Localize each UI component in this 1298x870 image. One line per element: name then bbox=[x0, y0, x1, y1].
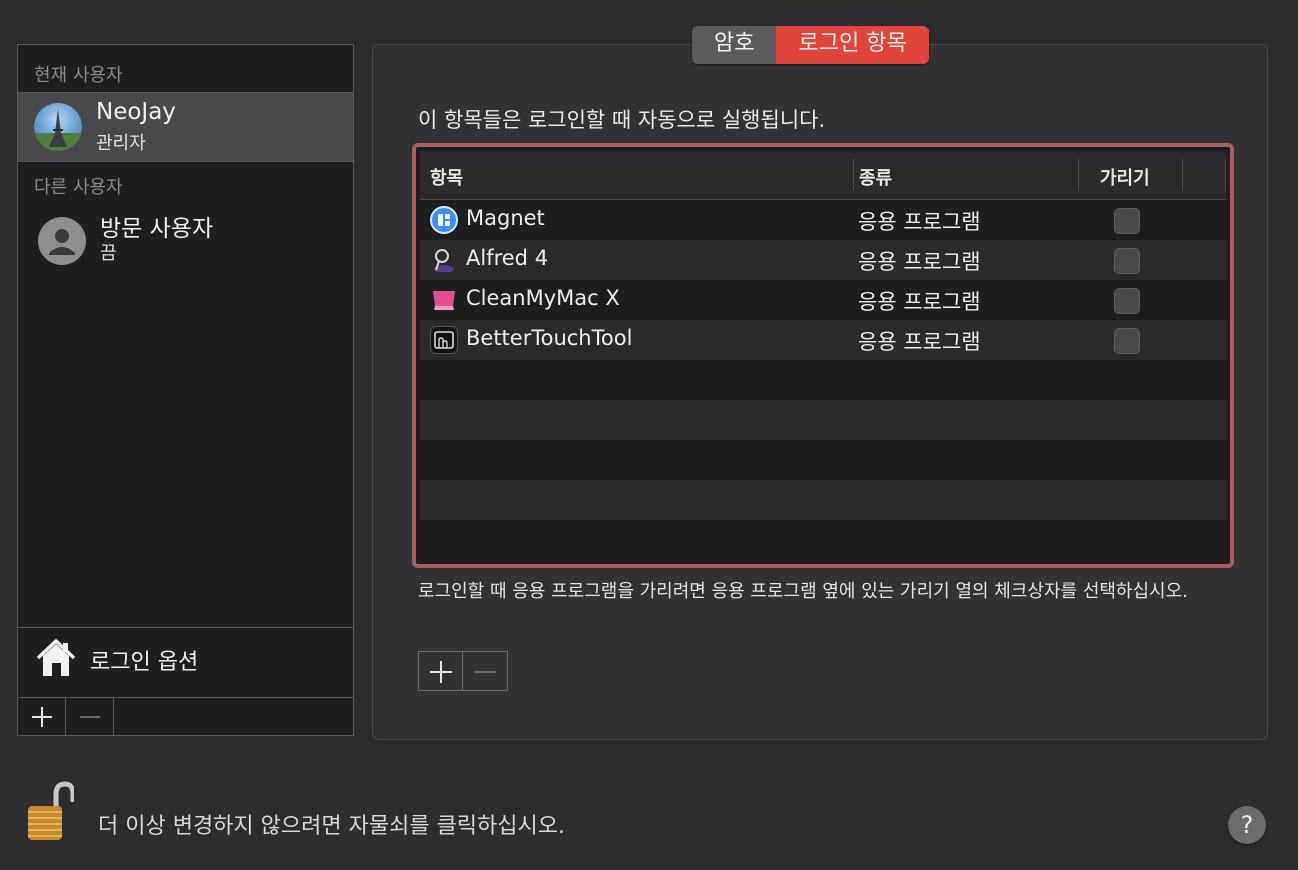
cleanmymac-app-icon bbox=[430, 286, 458, 314]
other-users-label: 다른 사용자 bbox=[34, 177, 123, 198]
login-items-description: 이 항목들은 로그인할 때 자동으로 실행됩니다. bbox=[418, 108, 826, 132]
users-list-panel: 현재 사용자 NeoJay 관리자 다른 사용자 방문 사용자 끔 로그인 옵션 bbox=[17, 44, 354, 736]
guest-user-name: 방문 사용자 bbox=[100, 216, 214, 242]
empty-row bbox=[420, 360, 1226, 400]
users-toolbar bbox=[18, 697, 353, 735]
guest-user-status: 끔 bbox=[100, 243, 117, 264]
plus-icon bbox=[32, 707, 52, 727]
item-name: CleanMyMac X bbox=[466, 286, 620, 310]
column-header-hide[interactable]: 가리기 bbox=[1100, 164, 1150, 190]
user-item-guest[interactable]: 방문 사용자 끔 bbox=[18, 203, 353, 273]
lock-hint-text: 더 이상 변경하지 않으려면 자물쇠를 클릭하십시오. bbox=[98, 814, 566, 839]
item-name: Magnet bbox=[466, 206, 545, 230]
remove-user-button[interactable] bbox=[66, 698, 114, 735]
add-login-item-button[interactable] bbox=[419, 652, 463, 690]
tab-login-items[interactable]: 로그인 항목 bbox=[776, 26, 929, 64]
user-name: NeoJay bbox=[96, 99, 176, 125]
table-header: 항목 종류 가리기 bbox=[420, 151, 1226, 200]
hide-checkbox[interactable] bbox=[1114, 288, 1140, 314]
item-kind: 응용 프로그램 bbox=[858, 250, 981, 274]
table-row[interactable]: CleanMyMac X 응용 프로그램 bbox=[420, 280, 1226, 320]
table-row[interactable]: Alfred 4 응용 프로그램 bbox=[420, 240, 1226, 280]
add-user-button[interactable] bbox=[18, 698, 66, 735]
item-kind: 응용 프로그램 bbox=[858, 210, 981, 234]
user-photo-avatar bbox=[34, 103, 82, 151]
magnet-app-icon bbox=[430, 206, 458, 234]
alfred-app-icon bbox=[430, 246, 458, 274]
tab-password[interactable]: 암호 bbox=[692, 26, 777, 64]
item-name: BetterTouchTool bbox=[466, 326, 633, 350]
help-button[interactable]: ? bbox=[1228, 806, 1266, 844]
empty-row bbox=[420, 480, 1226, 520]
empty-row bbox=[420, 440, 1226, 480]
login-items-table[interactable]: 항목 종류 가리기 Magnet 응용 프로그램 Alfred 4 응용 프로그… bbox=[412, 143, 1234, 568]
minus-icon bbox=[80, 716, 100, 718]
plus-icon bbox=[430, 661, 452, 683]
user-role: 관리자 bbox=[96, 133, 146, 154]
hide-hint-text: 로그인할 때 응용 프로그램을 가리려면 응용 프로그램 옆에 있는 가리기 열… bbox=[418, 581, 1188, 602]
current-users-label: 현재 사용자 bbox=[34, 65, 123, 86]
column-header-item[interactable]: 항목 bbox=[430, 164, 463, 190]
bettertouchtool-app-icon bbox=[430, 326, 458, 354]
tab-bar: 암호 로그인 항목 bbox=[692, 26, 929, 64]
hide-checkbox[interactable] bbox=[1114, 208, 1140, 234]
item-kind: 응용 프로그램 bbox=[858, 290, 981, 314]
minus-icon bbox=[474, 671, 496, 673]
remove-login-item-button[interactable] bbox=[463, 652, 507, 690]
guest-user-icon bbox=[38, 217, 86, 265]
item-name: Alfred 4 bbox=[466, 246, 549, 270]
table-row[interactable]: BetterTouchTool 응용 프로그램 bbox=[420, 320, 1226, 360]
item-kind: 응용 프로그램 bbox=[858, 330, 981, 354]
house-icon bbox=[34, 636, 78, 680]
hide-checkbox[interactable] bbox=[1114, 328, 1140, 354]
table-body: Magnet 응용 프로그램 Alfred 4 응용 프로그램 CleanMyM… bbox=[420, 200, 1226, 560]
empty-row bbox=[420, 400, 1226, 440]
column-header-kind[interactable]: 종류 bbox=[859, 164, 892, 190]
table-row[interactable]: Magnet 응용 프로그램 bbox=[420, 200, 1226, 240]
unlocked-padlock-icon[interactable] bbox=[26, 780, 76, 842]
login-options-item[interactable]: 로그인 옵션 bbox=[18, 627, 353, 697]
user-item-neojay[interactable]: NeoJay 관리자 bbox=[18, 92, 353, 162]
empty-row bbox=[420, 520, 1226, 560]
login-options-label: 로그인 옵션 bbox=[90, 650, 199, 675]
hide-checkbox[interactable] bbox=[1114, 248, 1140, 274]
login-items-toolbar bbox=[418, 651, 508, 691]
